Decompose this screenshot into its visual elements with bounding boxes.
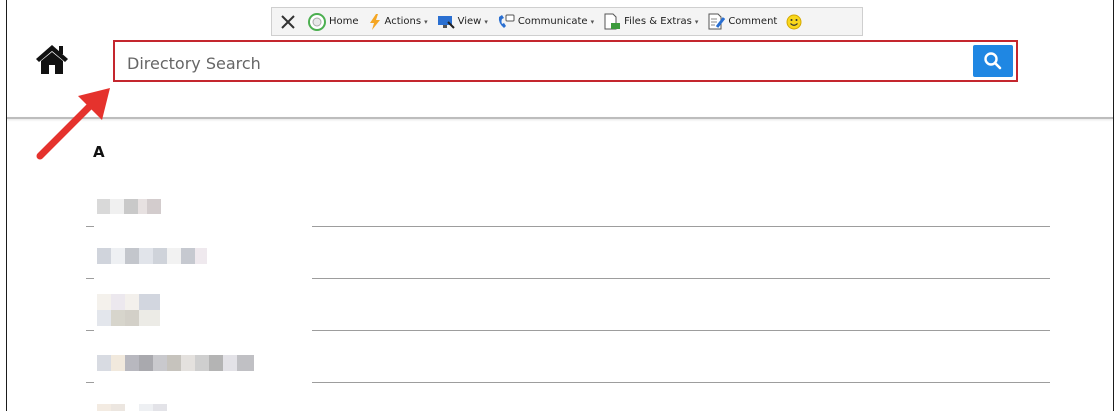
row-divider xyxy=(312,278,1050,279)
toolbar-home-label: Home xyxy=(329,16,359,27)
toolbar-communicate-label: Communicate xyxy=(517,16,588,27)
toolbar-actions-menu[interactable]: Actions ▾ xyxy=(368,13,428,30)
toolbar-actions-label: Actions xyxy=(384,16,422,27)
chevron-down-icon: ▾ xyxy=(424,17,428,26)
lightning-icon xyxy=(369,13,380,30)
toolbar-view-label: View xyxy=(457,16,482,27)
home-icon[interactable] xyxy=(35,43,69,75)
header-divider xyxy=(7,117,1113,119)
search-icon xyxy=(984,52,1002,70)
close-icon xyxy=(281,14,295,29)
remote-toolbar: Home Actions ▾ View ▾ Communicate ▾ File… xyxy=(271,7,863,36)
row-divider xyxy=(312,226,1050,227)
toolbar-close-button[interactable] xyxy=(280,14,299,30)
comment-icon xyxy=(708,13,726,29)
row-divider xyxy=(86,330,94,331)
toolbar-files-label: Files & Extras xyxy=(624,16,692,27)
toolbar-files-menu[interactable]: Files & Extras ▾ xyxy=(603,13,698,31)
toolbar-view-menu[interactable]: View ▾ xyxy=(437,14,488,30)
toolbar-comment-button[interactable]: Comment xyxy=(707,13,777,31)
section-letter: A xyxy=(93,143,105,161)
row-divider xyxy=(312,330,1050,331)
chevron-down-icon: ▾ xyxy=(694,17,699,26)
phone-chat-icon xyxy=(498,14,515,28)
toolbar-communicate-menu[interactable]: Communicate ▾ xyxy=(497,14,594,30)
chevron-down-icon: ▾ xyxy=(484,17,488,26)
toolbar-home-button[interactable]: Home xyxy=(308,12,359,31)
toolbar-feedback-button[interactable] xyxy=(786,14,805,30)
row-divider xyxy=(86,226,94,227)
monitor-icon xyxy=(437,15,455,29)
search-button[interactable] xyxy=(973,45,1013,77)
chevron-down-icon: ▾ xyxy=(590,17,595,26)
row-divider xyxy=(312,382,1050,383)
toolbar-comment-label: Comment xyxy=(728,16,778,27)
files-icon xyxy=(604,13,621,29)
row-divider xyxy=(86,278,94,279)
home-circle-icon xyxy=(308,12,326,31)
search-input[interactable] xyxy=(125,51,819,75)
smiley-icon xyxy=(786,14,802,29)
row-divider xyxy=(86,382,94,383)
directory-search-box xyxy=(113,40,1018,82)
